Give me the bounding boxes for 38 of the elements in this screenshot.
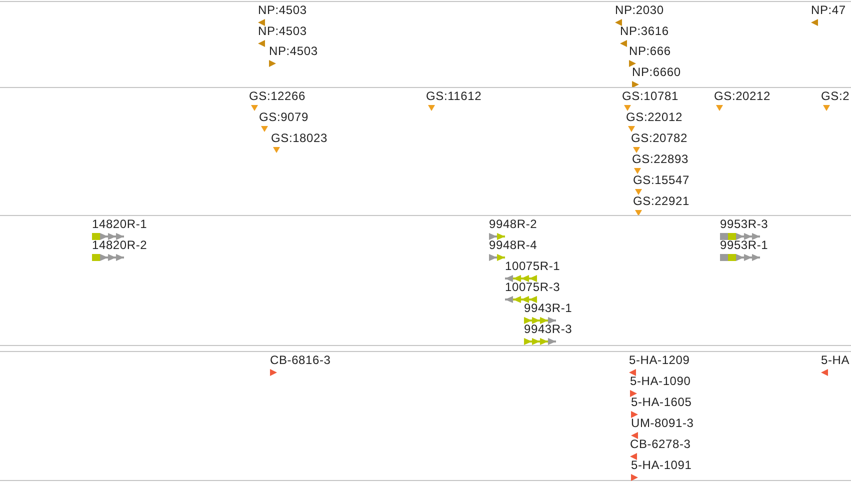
feature-label: 14820R-1 — [92, 217, 148, 231]
feature-label: 9943R-3 — [524, 322, 572, 336]
feature-label: GS:20782 — [631, 131, 688, 145]
feature-label: NP:4503 — [258, 24, 307, 38]
feature-label: NP:47 — [811, 3, 846, 17]
feature-label: NP:666 — [629, 44, 671, 58]
feature-label: NP:3616 — [620, 24, 669, 38]
feature-label: GS:12266 — [249, 89, 306, 103]
feature-label: GS:11612 — [426, 89, 482, 103]
feature-label: 9948R-4 — [489, 238, 538, 252]
feature-label: NP:4503 — [269, 44, 318, 58]
feature-label: 5-HA-1090 — [630, 374, 691, 388]
feature-label: 9953R-1 — [720, 238, 768, 252]
feature-label: GS:22921 — [633, 194, 690, 208]
feature-label: 5-HA-1091 — [631, 458, 692, 472]
feature-label: NP:6660 — [632, 65, 681, 79]
feature-label: GS:22012 — [626, 110, 682, 124]
feature-label: 10075R-1 — [505, 259, 560, 273]
feature-label: 10075R-3 — [505, 280, 560, 294]
feature-label: CB-6816-3 — [270, 353, 331, 367]
feature-label: 5-HA-1209 — [629, 353, 690, 367]
feature-label: 9953R-3 — [720, 217, 768, 231]
feature-label: 9948R-2 — [489, 217, 538, 231]
feature-label: GS:22893 — [632, 152, 688, 166]
feature-label: CB-6278-3 — [630, 437, 691, 451]
feature-label: NP:4503 — [258, 3, 307, 17]
feature-label: 9943R-1 — [524, 301, 572, 315]
feature-label: GS:2 — [821, 89, 850, 103]
feature-label: GS:20212 — [714, 89, 770, 103]
feature-label: GS:9079 — [259, 110, 308, 124]
feature-label: 14820R-2 — [92, 238, 148, 252]
feature-label: GS:15547 — [633, 173, 690, 187]
feature-label: GS:10781 — [622, 89, 678, 103]
feature-label: 5-HA — [821, 353, 850, 367]
feature-label: 5-HA-1605 — [631, 395, 692, 409]
feature-label: UM-8091-3 — [631, 416, 694, 430]
feature-label: GS:18023 — [271, 131, 328, 145]
feature-label: NP:2030 — [615, 3, 664, 17]
